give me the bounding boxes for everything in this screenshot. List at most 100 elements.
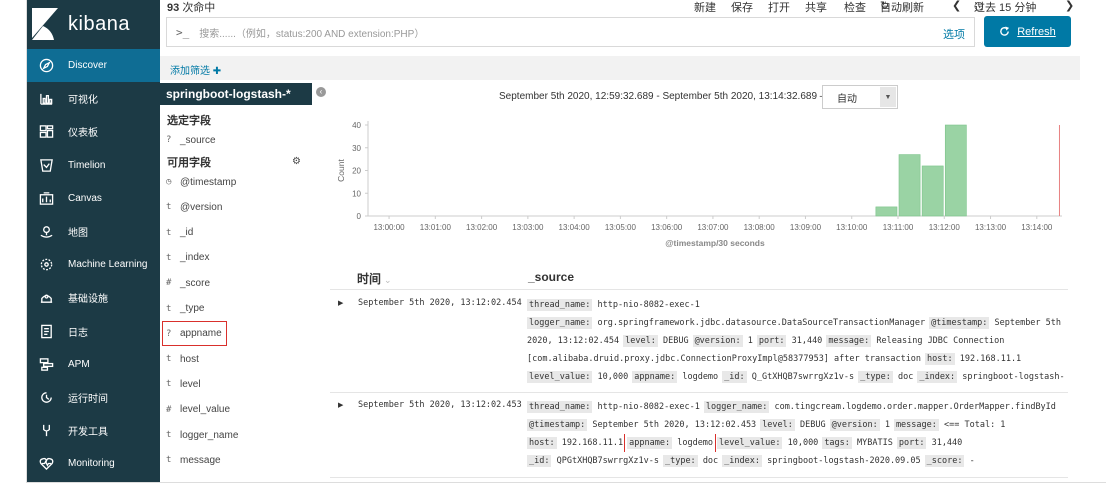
field-name: logger_name xyxy=(180,429,239,441)
field-name: level xyxy=(180,378,201,390)
time-forward-button[interactable]: ❯ xyxy=(1065,0,1074,12)
nav-item-uptime[interactable]: 运行时间 xyxy=(27,381,160,414)
field-index[interactable]: t _index xyxy=(166,248,306,268)
uptime-icon xyxy=(38,390,54,406)
col-time-header[interactable]: 时间 ⌄ xyxy=(357,270,392,287)
source-pair: [com.alibaba.druid.proxy.jdbc.Connection… xyxy=(527,354,921,364)
field-type-icon: t xyxy=(166,354,172,365)
field-type-icon: # xyxy=(166,278,172,289)
field-value: 192.168.11.1 xyxy=(959,354,1022,364)
field-key: host: xyxy=(925,353,955,365)
field-type-icon: t xyxy=(166,303,172,314)
expand-row-icon[interactable]: ▶ xyxy=(338,401,343,409)
query-language-prompt: >_ xyxy=(176,25,190,39)
nav-item-apm[interactable]: APM xyxy=(27,348,160,381)
brand[interactable]: kibana xyxy=(27,0,160,48)
nav-item-label: 地图 xyxy=(68,228,88,239)
field-loggername[interactable]: t logger_name xyxy=(166,425,306,445)
x-tick-label: 13:02:00 xyxy=(466,223,498,232)
search-bar[interactable]: >_ 搜索......（例如，status:200 AND extension:… xyxy=(166,17,975,47)
source-pair: level: DEBUG xyxy=(623,335,689,347)
collapse-sidebar-button[interactable]: ‹ xyxy=(316,87,326,97)
histogram-bar xyxy=(921,165,944,217)
field-timestamp[interactable]: ◷ @timestamp xyxy=(166,172,306,192)
nav-item-monitoring[interactable]: Monitoring xyxy=(27,447,160,480)
refresh-button[interactable]: Refresh xyxy=(984,16,1071,47)
x-tick-label: 13:14:00 xyxy=(1021,223,1053,232)
field-level[interactable]: t level xyxy=(166,374,306,394)
search-input[interactable]: 搜索......（例如，status:200 AND extension:PHP… xyxy=(199,25,424,40)
inspect-button[interactable]: 检查 xyxy=(844,0,866,15)
share-button[interactable]: 共享 xyxy=(805,0,827,15)
field-host[interactable]: t host xyxy=(166,349,306,369)
x-tick-label: 13:12:00 xyxy=(929,223,961,232)
field-type-icon: t xyxy=(166,430,172,440)
field-type-icon: ? xyxy=(166,135,172,145)
field-value: logdemo xyxy=(682,372,719,382)
nav-item-maps[interactable]: 地图 xyxy=(27,215,160,248)
x-tick-label: 13:06:00 xyxy=(651,223,683,232)
field-value: QPGtXHQB7swrrgXz1v-s xyxy=(556,456,659,466)
field-version[interactable]: t @version xyxy=(166,197,306,217)
gear-icon[interactable]: ⚙ xyxy=(292,156,301,167)
new-button[interactable]: 新建 xyxy=(694,0,716,15)
nav-item-visualize[interactable]: 可视化 xyxy=(27,82,160,115)
field-id[interactable]: t _id xyxy=(166,223,306,243)
nav-item-dashboard[interactable]: 仪表板 xyxy=(27,115,160,148)
field-source[interactable]: ? _source xyxy=(166,130,306,150)
add-filter-link[interactable]: 添加筛选 ✚ xyxy=(170,62,221,77)
field-name: _type xyxy=(180,303,205,314)
available-fields-title: 可用字段 xyxy=(167,157,211,169)
histogram-bar xyxy=(898,154,921,217)
devtools-icon xyxy=(38,423,54,439)
x-tick-label: 13:04:00 xyxy=(559,223,591,232)
open-button[interactable]: 打开 xyxy=(768,0,790,15)
field-value: http-nio-8082-exec-1 xyxy=(597,402,700,412)
selected-fields-title: 选定字段 xyxy=(167,115,211,127)
nav-item-canvas[interactable]: Canvas xyxy=(27,182,160,215)
field-key: message: xyxy=(826,335,872,347)
source-line: [com.alibaba.druid.proxy.jdbc.Connection… xyxy=(527,350,1067,368)
interval-select[interactable]: 自动 ▼ xyxy=(822,85,898,109)
nav-item-devtools[interactable]: 开发工具 xyxy=(27,414,160,447)
histogram-chart[interactable]: 0 10 20 30 40 Count 13:00:00 13:01:00 13:02:00 13… xyxy=(330,112,1070,252)
time-back-button[interactable]: ❮ xyxy=(952,0,961,12)
nav-item-label: 开发工具 xyxy=(68,427,108,439)
compass-icon xyxy=(38,58,54,74)
field-score[interactable]: # _score xyxy=(166,273,306,293)
field-value: 31,440 xyxy=(791,336,823,346)
source-pair: logger_name: org.springframework.jdbc.da… xyxy=(527,317,925,329)
row-time: September 5th 2020, 13:12:02.453 xyxy=(358,400,522,410)
histogram-time-range: September 5th 2020, 12:59:32.689 - Septe… xyxy=(499,91,830,102)
nav-item-compass[interactable]: Discover xyxy=(27,49,160,82)
field-key: logger_name: xyxy=(703,401,770,413)
header-divider xyxy=(330,289,1068,290)
right-gutter xyxy=(1080,0,1106,483)
field-key: logger_name: xyxy=(527,317,593,329)
source-pair: thread_name: http-nio-8082-exec-1 xyxy=(527,299,700,311)
field-value: 31,440 xyxy=(931,438,963,448)
x-tick-label: 13:01:00 xyxy=(420,223,452,232)
plus-icon: ✚ xyxy=(212,66,222,77)
field-value: com.tingcream.logdemo.order.mapper.Order… xyxy=(774,402,1056,412)
save-button[interactable]: 保存 xyxy=(731,0,753,15)
index-pattern-selector[interactable]: springboot-logstash-* xyxy=(160,83,312,105)
x-tick-label: 13:07:00 xyxy=(697,223,729,232)
nav-item-infra[interactable]: 基础设施 xyxy=(27,281,160,314)
field-key: _index: xyxy=(722,455,762,467)
nav-item-ml[interactable]: Machine Learning xyxy=(27,248,160,281)
field-value: 10,000 xyxy=(787,438,819,448)
dashboard-icon xyxy=(38,124,54,140)
field-type-icon: t xyxy=(166,379,172,390)
field-type[interactable]: t _type xyxy=(166,299,306,319)
expand-row-icon[interactable]: ▶ xyxy=(338,299,343,307)
nav-item-timelion[interactable]: Timelion xyxy=(27,149,160,182)
source-line: logger_name: org.springframework.jdbc.da… xyxy=(527,314,1067,332)
options-link[interactable]: 选项 xyxy=(943,26,965,42)
field-message[interactable]: t message xyxy=(166,450,306,470)
field-levelvalue[interactable]: # level_value xyxy=(166,400,306,420)
source-pair: level: DEBUG xyxy=(760,419,826,431)
nav-item-logs[interactable]: 日志 xyxy=(27,315,160,348)
nav-item-label: 可视化 xyxy=(68,95,98,107)
field-key: _type: xyxy=(662,455,698,467)
